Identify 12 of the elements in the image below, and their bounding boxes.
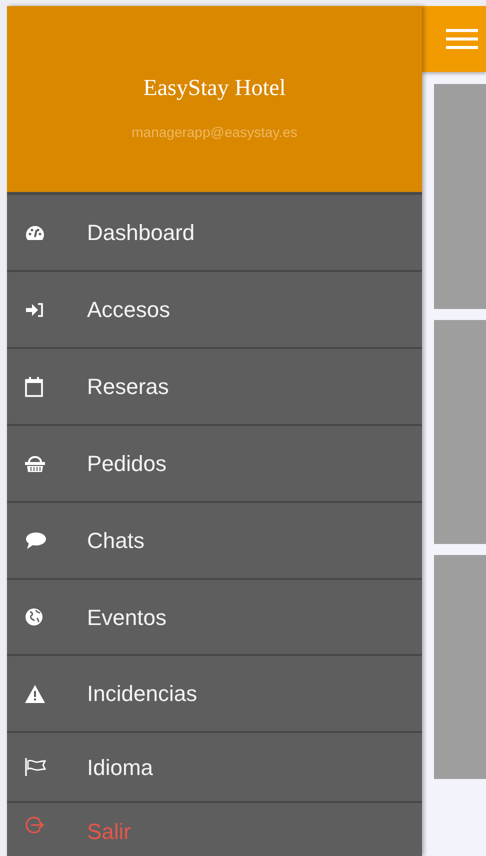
basket-icon [25,454,45,472]
menu-icon[interactable] [446,28,478,50]
globe-icon [25,608,43,626]
chat-bubble-icon [25,532,47,550]
gauge-icon [25,224,45,240]
hotel-name: EasyStay Hotel [143,74,286,102]
warning-icon [25,684,45,702]
logout-icon [25,815,45,835]
sign-in-icon [25,302,45,318]
flag-icon [25,758,47,776]
email-address: managerapp@easystay.es [132,122,298,142]
calendar-icon [25,376,43,396]
